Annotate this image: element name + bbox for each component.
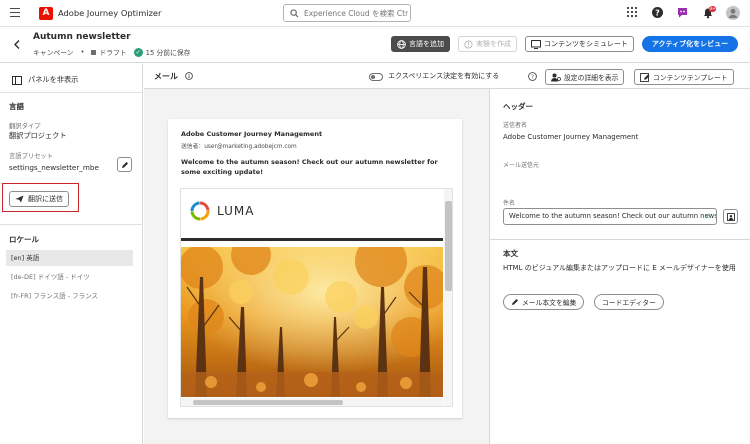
edit-email-body-button[interactable]: メール本文を編集 [503,294,585,310]
info-icon[interactable] [184,72,193,80]
status-text: ドラフト [99,49,127,57]
email-sender: 送信者：user@marketing.adobejcm.com [181,144,297,150]
panel-icon [12,75,22,85]
help-icon[interactable]: ? [652,7,666,21]
experience-decision-toggle[interactable] [369,73,383,81]
saved-status: ✓ 15 分前に保存 [133,47,191,57]
sender-email-label: メール送信元 [503,162,540,169]
pencil-icon [512,299,518,305]
top-bar: A Adobe Journey Optimizer ? 9+ [0,0,750,27]
body-heading: 本文 [503,249,518,258]
experiment-icon [464,39,473,49]
divider [0,92,143,93]
email-divider [181,238,443,241]
review-activate-button[interactable]: アクティブ化をレビュー [642,36,738,52]
campaign-type-label: キャンペーン [33,49,74,57]
adobe-logo[interactable]: A [39,7,53,20]
email-from-name: Adobe Customer Journey Management [181,130,323,138]
horizontal-scroll-thumb[interactable] [193,400,343,405]
language-preset-label: 言語プリセット [9,153,54,160]
hide-panel-label: パネルを非表示 [28,75,79,84]
sender-name-label: 送信者名 [503,122,528,129]
saved-text: 15 分前に保存 [145,49,191,57]
campaign-meta: キャンペーン • ドラフト ✓ 15 分前に保存 [33,47,190,57]
settings-user-icon [551,73,561,81]
create-experiment-button[interactable]: 実験を作成 [458,36,517,52]
search-input[interactable] [304,7,408,20]
sender-name-value[interactable]: Adobe Customer Journey Management [503,133,638,141]
header-heading: ヘッダー [503,102,533,111]
simulate-content-label: コンテンツをシミュレート [544,40,628,48]
checkmark-icon: ✓ [133,47,143,57]
body-description: HTML のビジュアル編集またはアップロードに E メールデザイナーを使用 [503,264,736,272]
edit-preset-button[interactable] [117,157,132,172]
show-settings-label: 設定の詳細を表示 [564,74,619,82]
pencil-icon [121,161,128,168]
edit-email-body-label: メール本文を編集 [522,299,577,307]
checkmark-icon: ✓ [704,212,711,221]
status-badge: ドラフト [91,47,127,57]
personalization-button[interactable] [723,209,738,224]
subject-field[interactable]: Welcome to the autumn season! Check out … [503,208,717,225]
luma-logo: LUMA [190,201,254,221]
apps-grid-icon[interactable] [627,7,641,21]
title-bar: Autumn newsletter キャンペーン • ドラフト ✓ 15 分前に保… [0,27,750,63]
language-preset-value: settings_newsletter_mbe [9,163,99,172]
vertical-scroll-thumb[interactable] [445,201,452,291]
left-panel: パネルを非表示 言語 翻訳タイプ 翻訳プロジェクト 言語プリセット settin… [0,64,143,444]
code-editor-button[interactable]: コードエディター [594,294,664,310]
content-template-button[interactable]: コンテンツテンプレート [634,69,734,85]
divider [490,239,750,240]
back-arrow-icon[interactable] [14,39,20,52]
email-body-preview[interactable]: LUMA [180,188,453,407]
subject-label: 件名 [503,200,516,207]
create-experiment-label: 実験を作成 [476,40,511,48]
content-toolbar: メール エクスペリエンス決定を有効にする ? 設定の詳細を表示 コンテンツテンプ… [144,64,750,89]
svg-text:?: ? [655,8,660,17]
translation-type-label: 翻訳タイプ [9,123,41,130]
draft-status-icon [91,49,97,55]
personalization-icon [726,212,735,221]
campaign-title: Autumn newsletter [33,32,131,42]
experience-decision-label: エクスペリエンス決定を有効にする [388,72,500,80]
locale-heading: ロケール [9,235,39,244]
menu-icon[interactable] [10,8,20,17]
subject-field-value: Welcome to the autumn season! Check out … [509,212,717,220]
feedback-icon[interactable] [677,7,691,21]
luma-logo-text: LUMA [217,204,255,218]
search-box[interactable] [283,4,411,22]
notification-badge: 9+ [709,6,716,11]
simulate-content-button[interactable]: コンテンツをシミュレート [525,36,634,52]
content-template-label: コンテンツテンプレート [653,74,728,82]
search-icon [290,9,299,18]
hide-panel-button[interactable]: パネルを非表示 [12,75,78,85]
right-panel: ヘッダー 送信者名 Adobe Customer Journey Managem… [489,89,750,444]
add-language-button[interactable]: 言語を追加 [391,36,450,52]
notifications-bell-icon[interactable]: 9+ [702,6,716,20]
status-separator: • [80,48,85,56]
template-icon [640,72,650,82]
globe-icon [397,39,406,49]
simulate-icon [531,39,541,49]
mail-label: メール [154,71,193,82]
add-language-label: 言語を追加 [409,40,444,48]
show-settings-button[interactable]: 設定の詳細を表示 [545,69,625,85]
autumn-forest-image [181,247,443,397]
avatar[interactable] [726,6,740,20]
email-preview-card: Adobe Customer Journey Management 送信者：us… [168,119,462,418]
highlight-frame [2,183,79,212]
divider [0,224,143,225]
email-subject: Welcome to the autumn season! Check out … [181,158,438,177]
luma-logo-icon [190,201,210,221]
help-circle-icon[interactable]: ? [528,72,537,83]
translation-type-value: 翻訳プロジェクト [9,131,67,140]
languages-heading: 言語 [9,102,24,111]
mail-label-text: メール [154,72,178,81]
locale-item-de-de[interactable]: [de-DE] ドイツ語 - ドイツ [6,269,133,285]
locale-item-en[interactable]: [en] 英語 [6,250,133,266]
svg-text:?: ? [531,75,534,81]
app-title[interactable]: Adobe Journey Optimizer [58,8,161,18]
locale-item-fr-fr[interactable]: [fr-FR] フランス語 - フランス [6,288,133,304]
